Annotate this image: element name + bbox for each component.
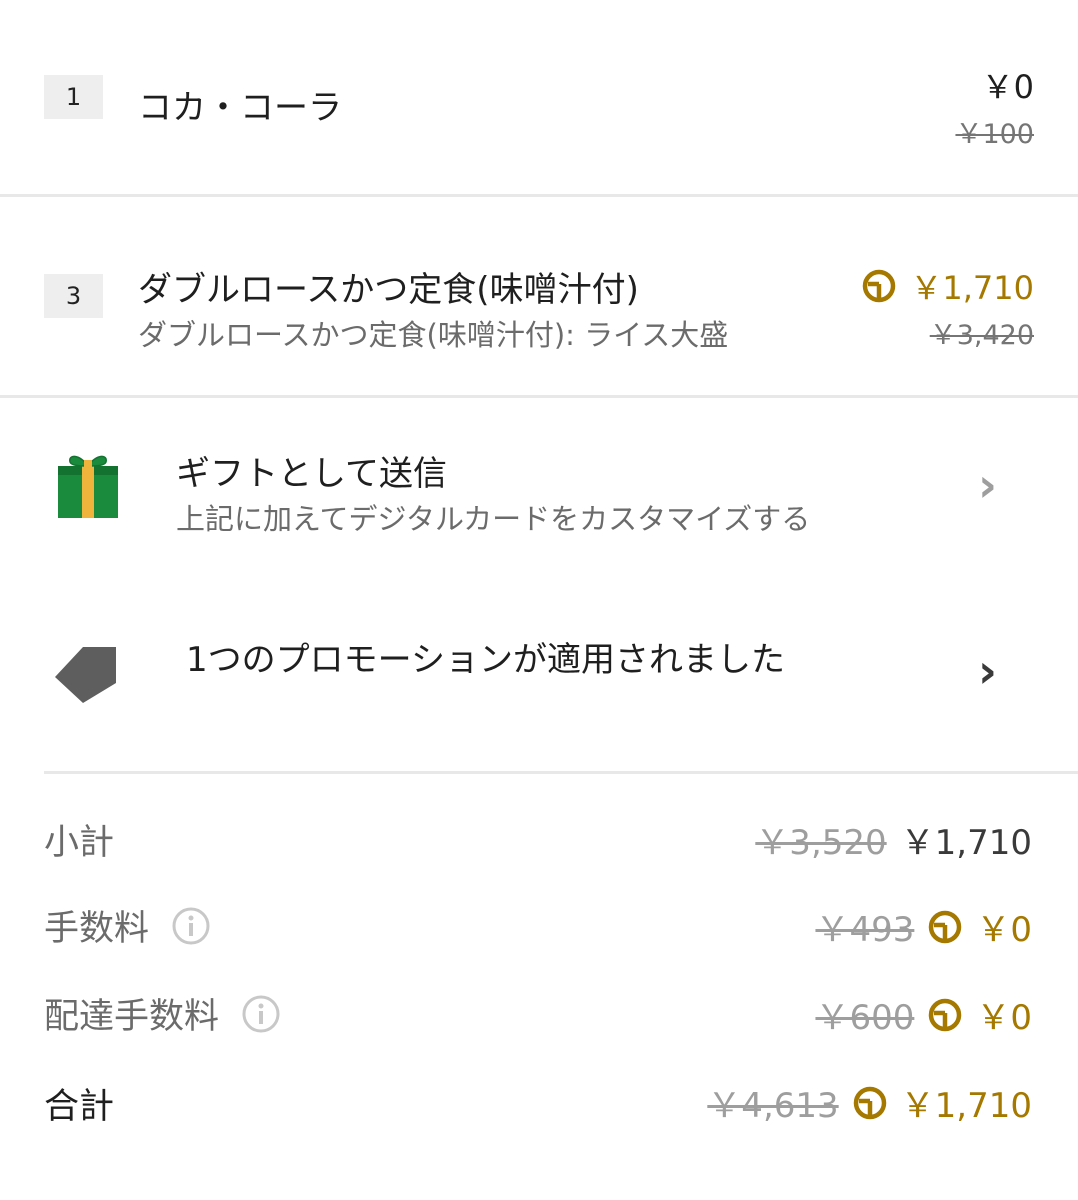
- divider: [0, 395, 1078, 398]
- quantity-box: 3: [44, 274, 103, 318]
- fee-label: 手数料: [44, 900, 211, 951]
- item-name: ダブルロースかつ定食(味噌汁付): [138, 270, 639, 310]
- item-name: コカ・コーラ: [138, 88, 342, 128]
- fee-values: ￥493 ￥0: [815, 902, 1032, 951]
- fee-value: ￥0: [976, 910, 1032, 950]
- item-option: ダブルロースかつ定食(味噌汁付): ライス大盛: [138, 318, 729, 352]
- membership-pass-icon: [929, 910, 962, 943]
- promotion-title: 1つのプロモーションが適用されました: [186, 640, 785, 680]
- quantity-box: 1: [44, 75, 103, 119]
- price-tag-icon: [55, 647, 116, 703]
- fee-original: ￥493: [815, 910, 915, 950]
- delivery-fee-values: ￥600 ￥0: [815, 990, 1032, 1039]
- total-label-text: 合計: [44, 1087, 115, 1127]
- delivery-fee-label: 配達手数料: [44, 988, 281, 1039]
- subtotal-label: 小計: [44, 814, 114, 865]
- total-values: ￥4,613 ￥1,710: [707, 1078, 1032, 1127]
- subtotal-values: ￥3,520 ￥1,710: [755, 815, 1032, 864]
- delivery-fee-value: ￥0: [976, 998, 1032, 1038]
- total-value: ￥1,710: [900, 1086, 1032, 1126]
- item-price-value: ￥0: [981, 68, 1034, 106]
- delivery-fee-original: ￥600: [815, 998, 915, 1038]
- delivery-fee-label-text: 配達手数料: [44, 997, 220, 1037]
- gift-box-icon: [58, 455, 118, 518]
- membership-pass-icon: [863, 269, 896, 303]
- item-original-price: ￥100: [955, 119, 1034, 150]
- item-price: ￥1,710: [862, 263, 1034, 309]
- divider: [44, 771, 1078, 774]
- info-icon[interactable]: [171, 906, 211, 946]
- divider: [0, 194, 1078, 197]
- subtotal-original: ￥3,520: [755, 823, 887, 863]
- info-icon[interactable]: [241, 994, 281, 1034]
- item-price-value: ￥1,710: [910, 269, 1034, 307]
- chevron-right-icon: ›: [978, 458, 997, 512]
- total-original: ￥4,613: [707, 1086, 839, 1126]
- membership-pass-icon: [853, 1086, 886, 1119]
- total-label: 合計: [44, 1078, 114, 1129]
- item-price: ￥0: [982, 62, 1034, 108]
- subtotal-label-text: 小計: [44, 823, 115, 863]
- subtotal-value: ￥1,710: [900, 823, 1032, 863]
- fee-label-text: 手数料: [44, 909, 150, 949]
- gift-title: ギフトとして送信: [176, 454, 447, 494]
- gift-subtitle: 上記に加えてデジタルカードをカスタマイズする: [176, 502, 811, 536]
- chevron-right-icon: ›: [978, 644, 997, 698]
- item-original-price: ￥3,420: [929, 320, 1034, 351]
- membership-pass-icon: [929, 998, 962, 1031]
